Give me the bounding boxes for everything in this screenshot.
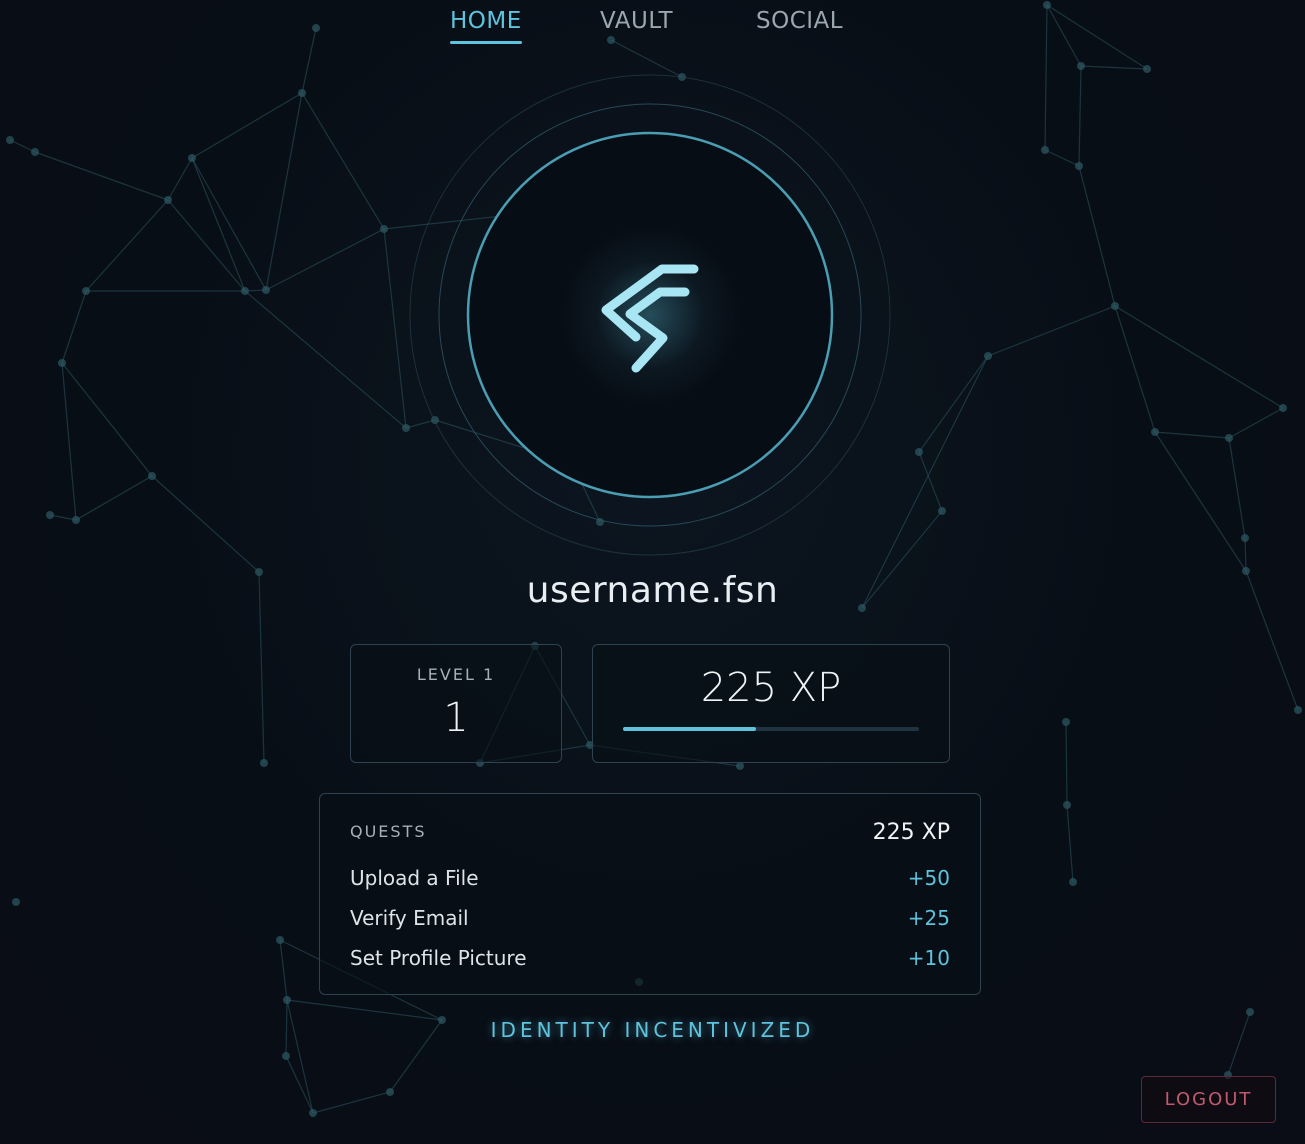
quest-item[interactable]: Upload a File +50 (350, 866, 950, 896)
quest-reward: +25 (907, 906, 950, 930)
xp-progress-fill (623, 727, 757, 731)
tagline: IDENTITY INCENTIVIZED (490, 1018, 815, 1042)
level-card: LEVEL 1 1 (350, 644, 562, 763)
quest-name: Verify Email (350, 906, 469, 930)
quest-name: Set Profile Picture (350, 946, 527, 970)
quests-total: 225 XP (872, 820, 950, 845)
quest-item[interactable]: Set Profile Picture +10 (350, 946, 950, 976)
profile-emblem (409, 74, 891, 556)
logout-button[interactable]: LOGOUT (1141, 1076, 1276, 1123)
quests-title: QUESTS (350, 822, 427, 841)
quests-header: QUESTS 225 XP (350, 820, 950, 848)
xp-value: 225 XP (700, 665, 842, 711)
logo-glow (560, 225, 740, 405)
quest-reward: +50 (907, 866, 950, 890)
xp-progress-bar (623, 727, 919, 731)
quest-reward: +10 (907, 946, 950, 970)
username: username.fsn (526, 570, 779, 611)
level-label: LEVEL 1 (416, 665, 496, 684)
quest-item[interactable]: Verify Email +25 (350, 906, 950, 936)
quests-card: QUESTS 225 XP Upload a File +50 Verify E… (319, 793, 981, 995)
level-value: 1 (443, 695, 469, 741)
quest-name: Upload a File (350, 866, 479, 890)
xp-card: 225 XP (592, 644, 950, 763)
